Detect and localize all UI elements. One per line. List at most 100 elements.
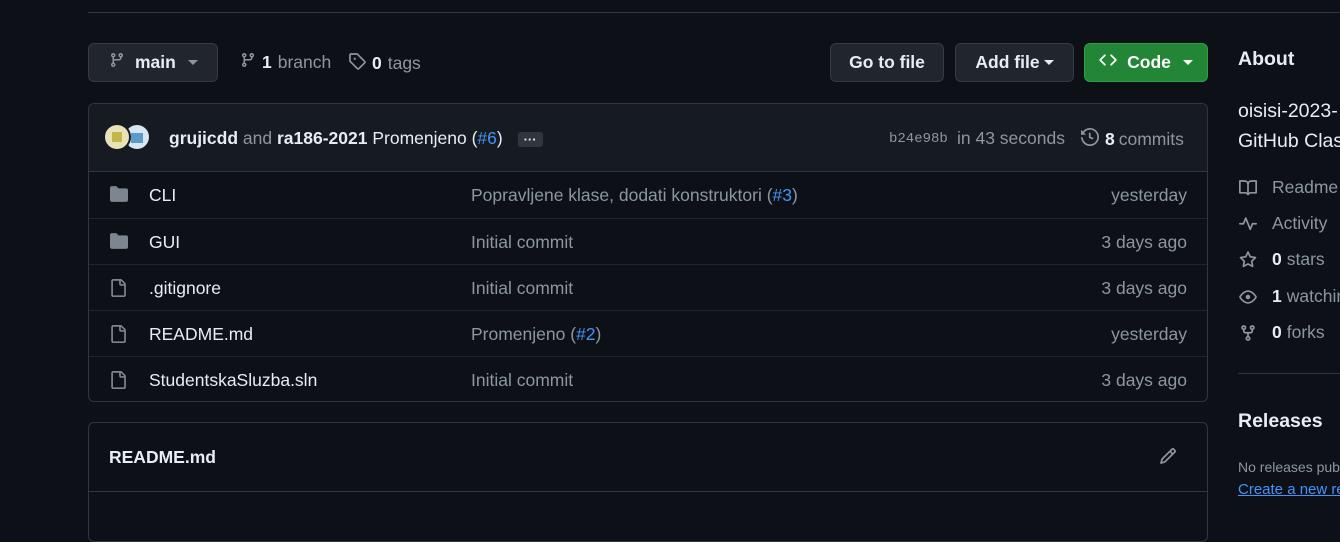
pencil-icon[interactable]: [1159, 447, 1177, 470]
branches-label: branch: [277, 52, 332, 72]
file-name-link[interactable]: GUI: [149, 232, 180, 253]
pull-request-link[interactable]: #2: [576, 324, 595, 344]
folder-icon: [109, 232, 129, 255]
file-browser: grujicdd and ra186-2021 Promenjeno (#6) …: [88, 103, 1208, 402]
go-to-file-button[interactable]: Go to file: [830, 43, 944, 82]
add-file-label: Add file: [975, 52, 1040, 72]
pull-request-link[interactable]: #6: [477, 128, 496, 148]
tags-count: 0: [372, 53, 382, 73]
pulse-icon: [1238, 215, 1258, 233]
file-date: 3 days ago: [1101, 232, 1187, 252]
go-to-file-label: Go to file: [849, 52, 925, 72]
readme-title-link[interactable]: README.md: [109, 447, 216, 468]
file-date: 3 days ago: [1101, 278, 1187, 298]
file-name-link[interactable]: README.md: [149, 324, 253, 345]
git-branch-icon: [109, 52, 125, 73]
file-commit-text: Initial commit: [471, 278, 574, 298]
commit-message[interactable]: Promenjeno (#6): [372, 128, 502, 148]
code-label: Code: [1127, 52, 1171, 72]
no-releases-text: No releases pub: [1238, 459, 1340, 475]
branches-count: 1: [262, 52, 272, 72]
git-branch-icon: [240, 52, 256, 73]
commit-sha-link[interactable]: b24e98b: [889, 131, 948, 147]
file-row[interactable]: StudentskaSluzba.sln Initial commit 3 da…: [89, 356, 1207, 401]
file-commit-text: Initial commit: [471, 232, 574, 252]
repo-description-line: oisisi-2023-: [1238, 100, 1338, 122]
tag-icon: [348, 52, 366, 75]
watching-label: watchin: [1286, 286, 1340, 306]
releases-heading[interactable]: Releases: [1238, 410, 1323, 433]
chevron-down-icon: [1182, 60, 1193, 65]
file-commit-message[interactable]: Popravljene klase, dodati konstruktori (…: [471, 185, 798, 206]
commit-author-link[interactable]: grujicdd: [169, 128, 238, 148]
file-name-link[interactable]: CLI: [149, 185, 176, 206]
file-commit-text: Initial commit: [471, 370, 574, 390]
tags-link[interactable]: 0 tags: [348, 52, 421, 75]
file-commit-message[interactable]: Initial commit: [471, 232, 573, 253]
file-date: yesterday: [1111, 324, 1187, 344]
readme-link-label: Readme: [1272, 177, 1339, 197]
commits-label: commits: [1118, 129, 1184, 149]
branch-name: main: [135, 52, 176, 72]
forks-label: forks: [1286, 322, 1325, 342]
file-commit-text: Promenjeno (: [471, 324, 577, 344]
file-name-link[interactable]: .gitignore: [149, 278, 221, 299]
file-row[interactable]: README.md Promenjeno (#2) yesterday: [89, 310, 1207, 356]
expand-commit-button[interactable]: ···: [517, 131, 543, 147]
readme-header: README.md: [89, 423, 1207, 492]
book-icon: [1238, 179, 1258, 197]
commit-and: and: [242, 128, 273, 148]
forks-link[interactable]: 0 forks: [1238, 322, 1325, 343]
forks-count: 0: [1272, 322, 1282, 342]
watching-count: 1: [1272, 286, 1282, 306]
file-commit-end: ): [595, 324, 602, 344]
file-commit-text: Popravljene klase, dodati konstruktori (: [471, 185, 773, 205]
file-commit-message[interactable]: Initial commit: [471, 370, 573, 391]
commit-summary: grujicdd and ra186-2021 Promenjeno (#6) …: [169, 128, 543, 149]
file-row[interactable]: CLI Popravljene klase, dodati konstrukto…: [89, 172, 1207, 218]
file-icon: [109, 370, 127, 395]
file-commit-message[interactable]: Promenjeno (#2): [471, 324, 601, 345]
commits-count: 8: [1105, 129, 1115, 149]
activity-link[interactable]: Activity: [1238, 213, 1327, 234]
stars-label: stars: [1286, 249, 1325, 269]
watchers-link[interactable]: 1 watchin: [1238, 286, 1340, 307]
chevron-down-icon: [187, 60, 198, 65]
file-list: CLI Popravljene klase, dodati konstrukto…: [89, 172, 1207, 401]
folder-icon: [109, 185, 129, 208]
top-divider: [88, 12, 1340, 13]
commit-message-text: Promenjeno (: [372, 128, 478, 148]
commit-message-end: ): [496, 128, 503, 148]
branch-selector-button[interactable]: main: [88, 43, 218, 82]
file-commit-end: ): [792, 185, 798, 205]
activity-link-label: Activity: [1272, 213, 1328, 233]
star-icon: [1238, 250, 1258, 269]
commits-history-link[interactable]: 8 commits: [1081, 127, 1184, 151]
stars-count: 0: [1272, 249, 1282, 269]
commit-author-link[interactable]: ra186-2021: [277, 128, 368, 148]
tags-label: tags: [387, 53, 421, 73]
file-commit-message[interactable]: Initial commit: [471, 278, 573, 299]
sidebar-divider: [1238, 373, 1340, 374]
history-icon: [1081, 127, 1100, 151]
file-row[interactable]: GUI Initial commit 3 days ago: [89, 218, 1207, 264]
code-button[interactable]: Code: [1084, 43, 1208, 82]
avatar[interactable]: [103, 123, 131, 151]
chevron-down-icon: [1043, 60, 1054, 65]
add-file-button[interactable]: Add file: [955, 43, 1074, 82]
file-row[interactable]: .gitignore Initial commit 3 days ago: [89, 264, 1207, 310]
about-heading: About: [1238, 48, 1295, 70]
file-name-link[interactable]: StudentskaSluzba.sln: [149, 370, 317, 391]
repo-description-line: GitHub Clas: [1238, 130, 1340, 152]
stars-link[interactable]: 0 stars: [1238, 249, 1325, 270]
file-date: 3 days ago: [1101, 370, 1187, 390]
file-icon: [109, 324, 127, 349]
branches-link[interactable]: 1 branch: [240, 52, 331, 73]
readme-link[interactable]: Readme: [1238, 177, 1338, 198]
latest-commit-bar: grujicdd and ra186-2021 Promenjeno (#6) …: [89, 104, 1207, 172]
create-release-link[interactable]: Create a new re: [1238, 481, 1340, 498]
pull-request-link[interactable]: #3: [773, 185, 792, 205]
readme-panel: README.md: [88, 422, 1208, 542]
file-date: yesterday: [1111, 185, 1187, 205]
repo-description: oisisi-2023- GitHub Clas: [1238, 96, 1340, 156]
